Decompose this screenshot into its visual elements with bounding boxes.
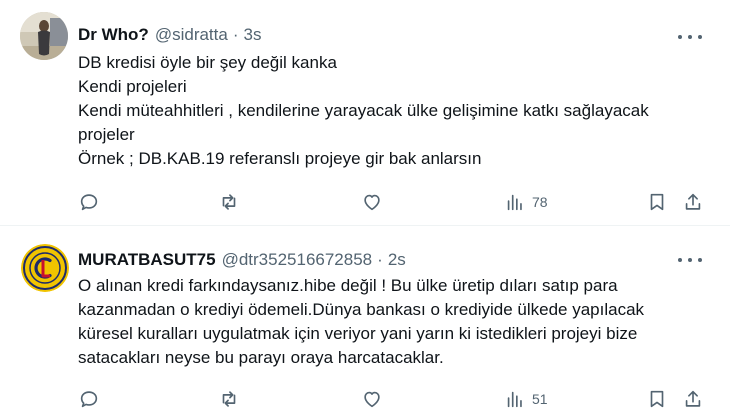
reply-icon — [80, 194, 98, 211]
retweet-icon — [222, 194, 236, 210]
tweet-actions: 51 — [78, 387, 713, 411]
tweet-text-line: kazanmadan o krediyi ödemeli.Dünya banka… — [78, 300, 645, 319]
tweet-text-line: projeler — [78, 125, 135, 144]
more-dot-icon — [678, 258, 682, 262]
heart-icon — [364, 391, 380, 408]
retweet-button[interactable] — [218, 190, 240, 214]
more-dot-icon — [698, 258, 702, 262]
more-dot-icon — [688, 258, 692, 262]
timestamp[interactable]: 3s — [244, 25, 262, 45]
user-handle[interactable]: @dtr352516672858 — [222, 250, 373, 270]
display-name[interactable]: MURATBASUT75 — [78, 250, 216, 270]
display-name[interactable]: Dr Who? — [78, 25, 149, 45]
tweet-text-line: DB kredisi öyle bir şey değil kanka — [78, 53, 337, 72]
tweet-text-line: satacakları neyse bu parayı oraya harcat… — [78, 348, 444, 367]
user-handle[interactable]: @sidratta — [155, 25, 228, 45]
tweet-text-line: Kendi projeleri — [78, 77, 187, 96]
share-icon — [685, 390, 701, 407]
tweet-text-line: Örnek ; DB.KAB.19 referanslı projeye gir… — [78, 149, 482, 168]
avatar[interactable] — [21, 244, 69, 292]
view-count: 78 — [532, 194, 548, 210]
avatar[interactable] — [20, 12, 68, 60]
retweet-icon — [222, 391, 236, 407]
heart-icon — [364, 194, 380, 211]
more-dot-icon — [698, 35, 702, 39]
like-button[interactable] — [361, 387, 383, 411]
views-button[interactable]: 51 — [504, 387, 548, 411]
timestamp[interactable]: 2s — [388, 250, 406, 270]
retweet-button[interactable] — [218, 387, 240, 411]
bookmark-button[interactable] — [646, 387, 668, 411]
more-options-button[interactable] — [678, 28, 702, 46]
share-button[interactable] — [682, 190, 704, 214]
views-button[interactable]: 78 — [504, 190, 548, 214]
like-button[interactable] — [361, 190, 383, 214]
reply-button[interactable] — [78, 387, 100, 411]
tweet-text: DB kredisi öyle bir şey değil kanka Kend… — [78, 51, 708, 171]
more-options-button[interactable] — [678, 251, 702, 269]
views-chart-icon — [507, 391, 522, 408]
bookmark-icon — [650, 390, 664, 408]
more-dot-icon — [678, 35, 682, 39]
views-chart-icon — [507, 194, 522, 211]
tweet-header: Dr Who? @sidratta · 3s — [78, 25, 261, 45]
more-dot-icon — [688, 35, 692, 39]
tweet-text-line: Kendi müteahhitleri , kendilerine yaraya… — [78, 101, 649, 120]
tweet-text-line: O alınan kredi farkındaysanız.hibe değil… — [78, 276, 618, 295]
tweet-header: MURATBASUT75 @dtr352516672858 · 2s — [78, 250, 406, 270]
view-count: 51 — [532, 391, 548, 407]
photo-avatar-icon — [20, 12, 68, 60]
reply-icon — [80, 391, 98, 408]
tweet-text-line: küresel kuralları uygulatmak için veriyo… — [78, 324, 638, 343]
share-icon — [685, 193, 701, 210]
share-button[interactable] — [682, 387, 704, 411]
bookmark-icon — [650, 193, 664, 211]
club-logo-avatar-icon — [21, 244, 69, 292]
bookmark-button[interactable] — [646, 190, 668, 214]
separator-dot: · — [232, 25, 239, 44]
reply-button[interactable] — [78, 190, 100, 214]
separator-dot: · — [377, 250, 383, 269]
tweet-text: O alınan kredi farkındaysanız.hibe değil… — [78, 274, 708, 370]
tweet-actions: 78 — [78, 190, 713, 214]
